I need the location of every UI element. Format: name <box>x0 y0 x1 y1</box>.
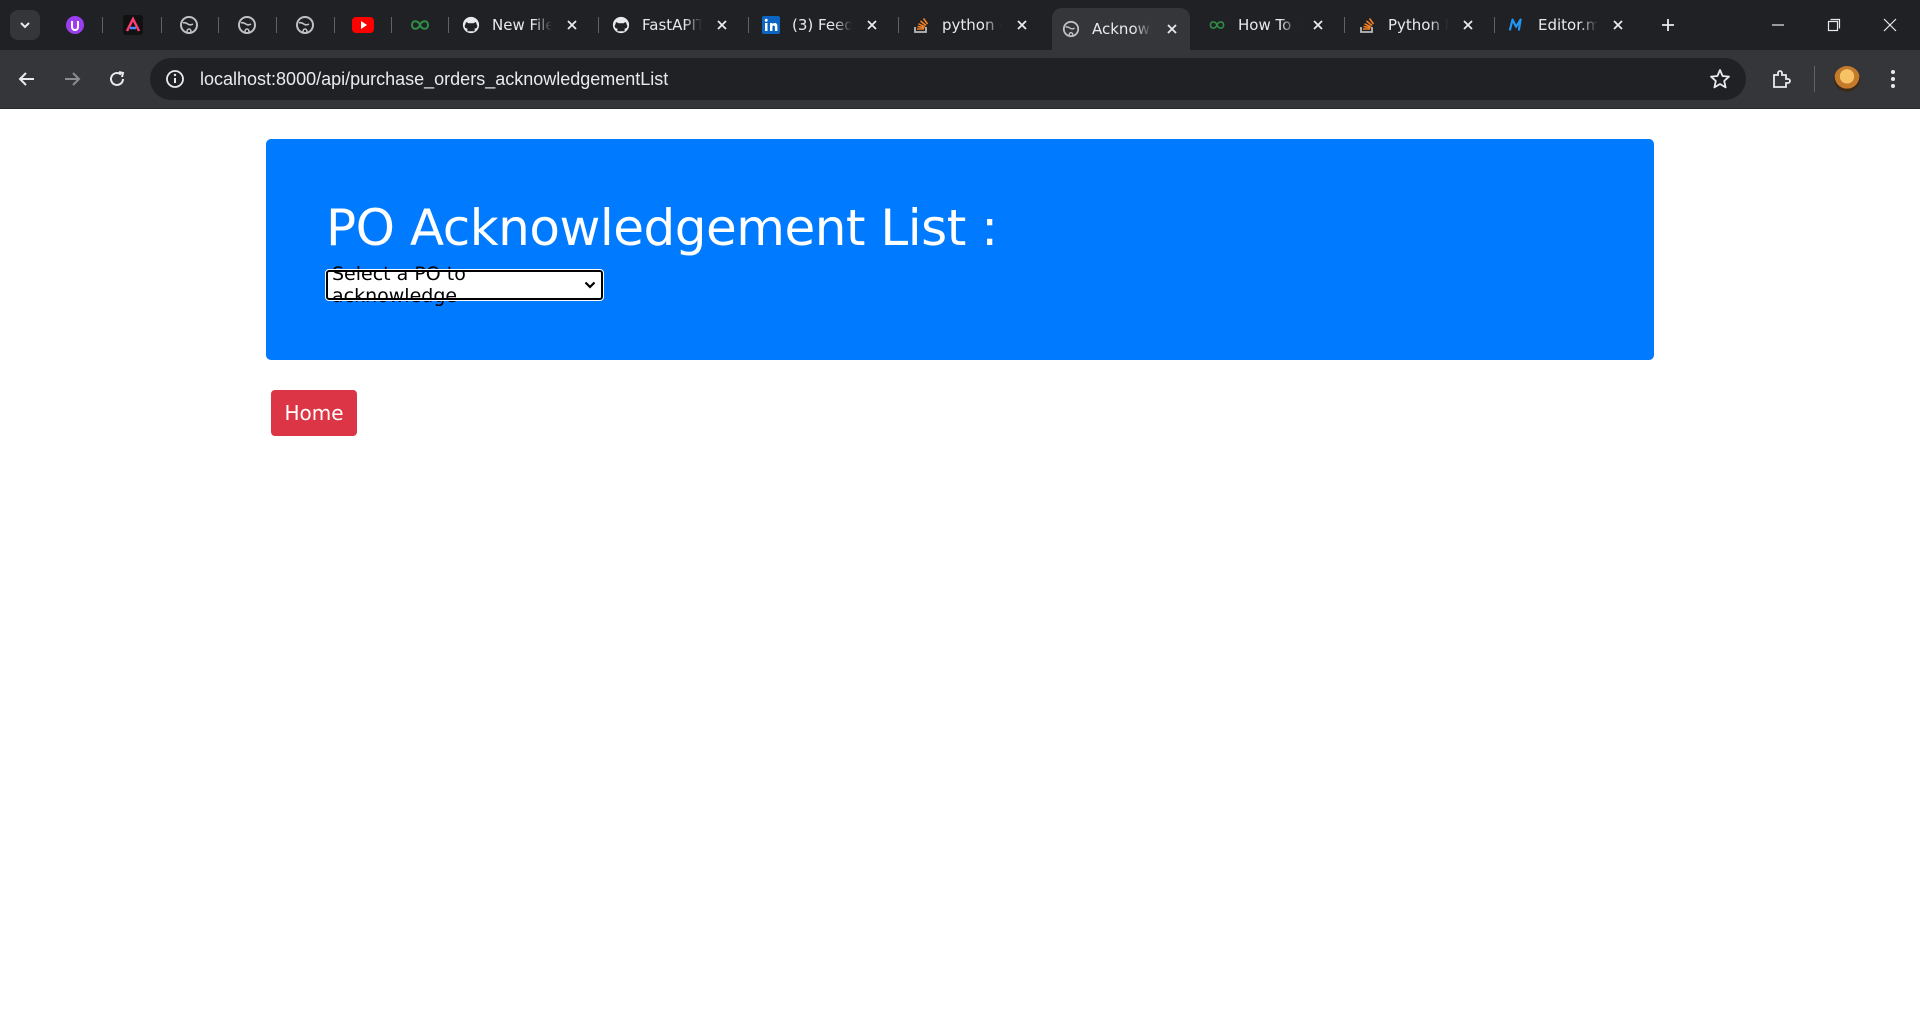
close-window-button[interactable] <box>1862 0 1918 50</box>
github-icon <box>462 16 480 34</box>
back-button[interactable] <box>10 62 44 96</box>
geeksforgeeks-icon <box>410 20 430 30</box>
globe-icon <box>238 16 256 34</box>
close-tab-icon[interactable] <box>864 17 880 33</box>
address-bar[interactable]: localhost:8000/api/purchase_orders_ackno… <box>150 58 1746 100</box>
globe-icon <box>1062 20 1080 38</box>
chevron-down-icon <box>20 22 30 29</box>
youtube-icon <box>352 17 374 33</box>
close-icon <box>1883 18 1897 32</box>
bookmark-star-icon[interactable] <box>1708 67 1732 91</box>
tab-title: Editor.md <box>1538 16 1598 34</box>
restore-button[interactable] <box>1806 0 1862 50</box>
site-info-icon[interactable] <box>154 58 196 100</box>
extensions-button[interactable] <box>1764 62 1798 96</box>
globe-icon <box>296 16 314 34</box>
close-tab-icon[interactable] <box>1014 17 1030 33</box>
tab-fastapi[interactable]: FastAPITo <box>602 8 740 42</box>
reload-button[interactable] <box>100 62 134 96</box>
arc-icon <box>123 15 143 35</box>
new-tab-button[interactable] <box>1653 10 1683 40</box>
arrow-right-icon <box>65 72 81 86</box>
tab-title: Python D <box>1388 16 1448 34</box>
tab-title: Acknowle <box>1092 20 1152 38</box>
browser-menu-button[interactable] <box>1876 62 1910 96</box>
pinned-tab-globe-2[interactable] <box>232 10 262 40</box>
jumbotron-header: PO Acknowledgement List : Select a PO to… <box>266 139 1654 360</box>
reload-icon <box>110 71 125 86</box>
geeksforgeeks-icon <box>1209 21 1225 29</box>
close-tab-icon[interactable] <box>714 17 730 33</box>
toolbar-divider <box>1814 66 1815 92</box>
close-tab-icon[interactable] <box>564 17 580 33</box>
tab-title: New File <box>492 16 552 34</box>
browser-toolbar: localhost:8000/api/purchase_orders_ackno… <box>0 50 1920 109</box>
tab-editor-md[interactable]: Editor.md <box>1498 8 1636 42</box>
tab-how-to[interactable]: How To L <box>1198 8 1336 42</box>
close-tab-icon[interactable] <box>1460 17 1476 33</box>
tab-linkedin[interactable]: (3) Feed | <box>752 8 890 42</box>
arrow-left-icon <box>18 72 34 86</box>
pinned-tab-ublock[interactable] <box>60 10 90 40</box>
stackoverflow-icon <box>1360 18 1375 33</box>
address-bar-url: localhost:8000/api/purchase_orders_ackno… <box>200 68 669 89</box>
page-title: PO Acknowledgement List : <box>326 199 998 257</box>
forward-button[interactable] <box>55 62 89 96</box>
puzzle-icon <box>1773 70 1791 88</box>
tab-title: FastAPITo <box>642 16 702 34</box>
page-content: PO Acknowledgement List : Select a PO to… <box>0 109 1920 1030</box>
markdown-editor-icon <box>1508 18 1522 31</box>
kebab-menu-icon <box>1891 70 1895 88</box>
github-icon <box>612 16 630 34</box>
pinned-tab-globe-1[interactable] <box>174 10 204 40</box>
po-select-value: Select a PO to acknowledge <box>332 263 466 307</box>
browser-tabstrip: New File FastAPITo (3) Feed | python - A… <box>0 0 1920 50</box>
profile-button[interactable] <box>1830 62 1864 96</box>
tab-title: How To L <box>1238 16 1298 34</box>
tab-python-so[interactable]: python - <box>902 8 1040 42</box>
pinned-tab-arc[interactable] <box>118 10 148 40</box>
stackoverflow-icon <box>914 18 929 33</box>
close-tab-icon[interactable] <box>1610 17 1626 33</box>
ublock-icon <box>66 16 84 34</box>
minimize-icon <box>1772 24 1784 26</box>
home-button[interactable]: Home <box>271 390 357 436</box>
po-select-dropdown[interactable]: Select a PO to acknowledge <box>325 263 604 307</box>
restore-icon <box>1827 18 1841 32</box>
close-tab-icon[interactable] <box>1310 17 1326 33</box>
avatar <box>1834 66 1860 92</box>
pinned-tab-geeksforgeeks[interactable] <box>405 10 435 40</box>
close-tab-icon[interactable] <box>1164 21 1180 37</box>
linkedin-icon <box>762 16 780 34</box>
pinned-tab-youtube[interactable] <box>348 10 378 40</box>
chevron-down-icon <box>583 278 597 292</box>
tab-search-button[interactable] <box>10 10 40 40</box>
minimize-button[interactable] <box>1750 0 1806 50</box>
tab-python-d[interactable]: Python D <box>1348 8 1486 42</box>
globe-icon <box>180 16 198 34</box>
tab-new-file[interactable]: New File <box>452 8 590 42</box>
tab-title: python - <box>942 16 1002 34</box>
pinned-tab-globe-3[interactable] <box>290 10 320 40</box>
tab-acknowledgement[interactable]: Acknowle <box>1052 8 1190 50</box>
tab-title: (3) Feed | <box>792 16 852 34</box>
plus-icon <box>1662 19 1674 31</box>
